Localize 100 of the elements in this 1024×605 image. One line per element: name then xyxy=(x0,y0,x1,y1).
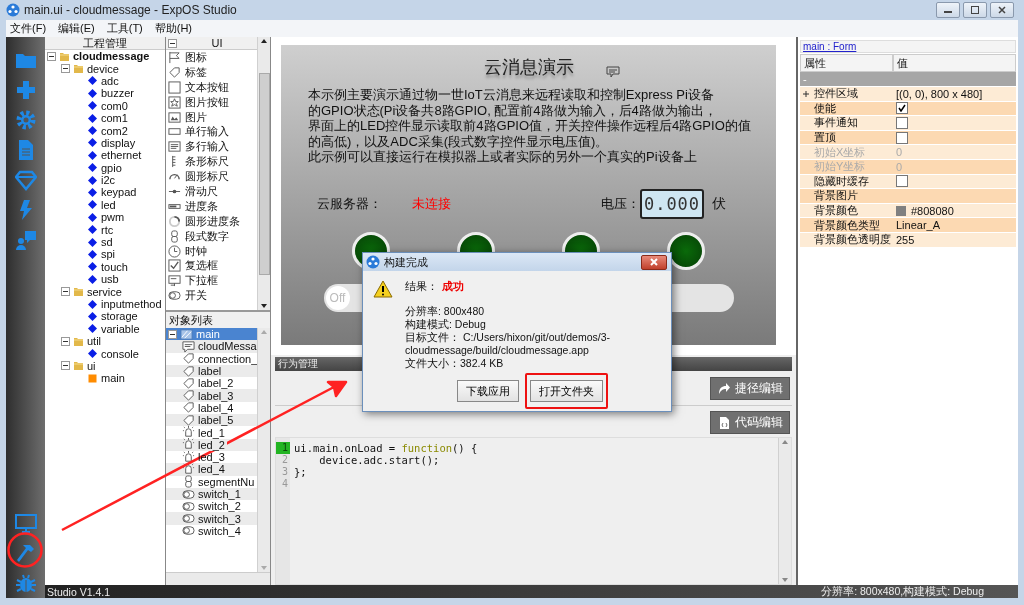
collapse-icon[interactable] xyxy=(168,329,177,339)
tree-item[interactable]: gpio xyxy=(101,161,122,174)
tree-item[interactable]: cloudmessage xyxy=(73,50,150,63)
widget-item[interactable]: 图片按钮 xyxy=(185,94,229,110)
collapse-icon[interactable] xyxy=(61,64,70,74)
tree-item[interactable]: com2 xyxy=(101,124,128,137)
bug-icon[interactable] xyxy=(14,572,37,594)
tree-item[interactable]: util xyxy=(87,335,102,348)
collapse-icon[interactable] xyxy=(61,287,70,297)
checkbox[interactable] xyxy=(896,131,908,144)
checkbox[interactable] xyxy=(896,117,908,129)
tree-item[interactable]: variable xyxy=(101,322,140,335)
tree-item[interactable]: device xyxy=(87,62,119,75)
widget-item[interactable]: 开关 xyxy=(185,288,207,304)
scrollbar[interactable] xyxy=(257,37,270,310)
tree-item[interactable]: led xyxy=(101,198,116,211)
collapse-icon[interactable] xyxy=(168,38,177,48)
object-item[interactable]: switch_1 xyxy=(166,487,257,501)
tree-item[interactable]: console xyxy=(101,347,139,360)
object-item[interactable]: segmentNu xyxy=(166,475,257,488)
tree-item[interactable]: rtc xyxy=(101,223,114,236)
object-item[interactable]: switch_4 xyxy=(166,524,257,538)
widget-item[interactable]: 标签 xyxy=(185,64,207,80)
widget-item[interactable]: 条形标尺 xyxy=(185,154,229,170)
menu-item[interactable]: 帮助(H) xyxy=(154,21,193,36)
scroll-down-icon[interactable] xyxy=(260,302,268,310)
tree-item[interactable]: usb xyxy=(101,273,119,286)
tree-item[interactable]: adc xyxy=(101,74,119,87)
plus-icon[interactable] xyxy=(14,79,37,101)
diamond-icon xyxy=(87,112,98,124)
menu-item[interactable]: 工具(T) xyxy=(106,21,143,36)
widget-item[interactable]: 圆形标尺 xyxy=(185,169,229,185)
checkbox[interactable] xyxy=(896,175,908,188)
menu-item[interactable]: 文件(F) xyxy=(10,21,47,36)
tree-item[interactable]: main xyxy=(101,372,125,385)
object-item[interactable]: label_3 xyxy=(166,389,257,402)
collapse-icon[interactable] xyxy=(61,336,70,346)
tree-item[interactable]: touch xyxy=(101,260,128,273)
property-name: 使能 xyxy=(814,100,836,116)
object-item[interactable]: led_4 xyxy=(166,463,257,476)
widget-item[interactable]: 下拉框 xyxy=(185,273,218,289)
tree-item[interactable]: inputmethod xyxy=(101,298,162,310)
tree-item[interactable]: ui xyxy=(87,359,96,372)
tree-item[interactable]: storage xyxy=(101,310,138,323)
hammer-icon[interactable] xyxy=(14,542,37,564)
menu-item[interactable]: 编辑(E) xyxy=(58,21,95,36)
tree-item[interactable]: service xyxy=(87,285,122,298)
tree-item[interactable]: com0 xyxy=(101,99,128,112)
widget-item[interactable]: 时钟 xyxy=(185,243,207,259)
diamond-icon xyxy=(87,323,98,335)
widget-item[interactable]: 多行输入 xyxy=(185,139,229,155)
object-item[interactable]: label xyxy=(166,364,257,378)
user-message-icon[interactable] xyxy=(14,229,37,251)
object-item[interactable]: switch_2 xyxy=(166,500,257,513)
shortcut-edit-button[interactable]: 捷径编辑 xyxy=(710,377,790,400)
object-item[interactable]: main xyxy=(166,328,257,341)
widget-item[interactable]: 复选框 xyxy=(185,258,218,274)
object-item[interactable]: label_4 xyxy=(166,401,257,415)
tree-item[interactable]: com1 xyxy=(101,112,128,125)
object-item[interactable]: led_1 xyxy=(166,426,257,439)
object-item[interactable]: led_3 xyxy=(166,450,257,464)
object-item[interactable]: label_2 xyxy=(166,377,257,390)
tree-item[interactable]: keypad xyxy=(101,186,137,199)
tree-item[interactable]: spi xyxy=(101,248,116,261)
tree-item[interactable]: display xyxy=(101,136,136,149)
description-text: 本示例主要演示通过物一世IoT云消息来远程读取和控制Express Pi设备 xyxy=(308,87,715,103)
expand-icon[interactable] xyxy=(802,89,810,98)
widget-item[interactable]: 滑动尺 xyxy=(185,183,218,199)
widget-item[interactable]: 图片 xyxy=(185,109,207,125)
object-item[interactable]: switch_3 xyxy=(166,512,257,525)
widget-item[interactable]: 单行输入 xyxy=(185,124,229,140)
checkbox[interactable] xyxy=(896,102,908,115)
tree-item[interactable]: pwm xyxy=(101,211,125,224)
dialog-button[interactable]: 下载应用 xyxy=(456,380,519,402)
widget-item[interactable]: 图标 xyxy=(185,49,207,65)
tree-item[interactable]: i2c xyxy=(101,174,116,187)
widget-item[interactable]: 进度条 xyxy=(185,198,218,214)
tree-item[interactable]: sd xyxy=(101,236,113,249)
object-item[interactable]: connection_ xyxy=(166,352,257,365)
object-item[interactable]: cloudMessa xyxy=(166,340,257,353)
widget-item[interactable]: 文本按钮 xyxy=(185,79,229,95)
maximize-button[interactable] xyxy=(963,2,987,18)
collapse-icon[interactable] xyxy=(61,361,70,371)
tree-item[interactable]: buzzer xyxy=(101,87,135,100)
object-link[interactable]: main : Form xyxy=(800,40,1016,53)
minimize-button[interactable] xyxy=(936,2,960,18)
widget-item[interactable]: 圆形进度条 xyxy=(185,213,240,229)
widget-item[interactable]: 段式数字 xyxy=(185,228,229,244)
scrollbar[interactable] xyxy=(166,572,270,585)
close-button[interactable] xyxy=(990,2,1014,18)
tree-item[interactable]: ethernet xyxy=(101,149,142,162)
diamond-icon[interactable] xyxy=(14,169,37,191)
object-item[interactable]: led_2 xyxy=(166,438,257,451)
close-button[interactable] xyxy=(641,254,667,270)
settings-icon[interactable] xyxy=(14,109,37,131)
code-edit-button[interactable]: 代码编辑 xyxy=(710,411,790,434)
monitor-icon[interactable] xyxy=(14,512,37,534)
dialog-button[interactable]: 打开文件夹 xyxy=(529,380,603,402)
object-item[interactable]: label_5 xyxy=(166,414,257,427)
collapse-icon[interactable] xyxy=(47,51,56,61)
